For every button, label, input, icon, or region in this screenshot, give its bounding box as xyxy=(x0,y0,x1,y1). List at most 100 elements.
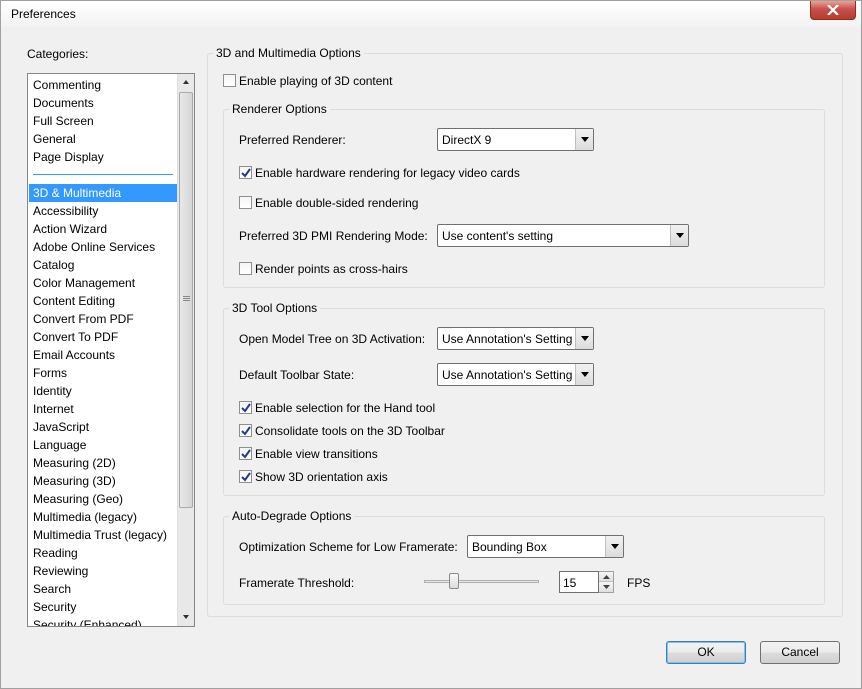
dropdown-arrow xyxy=(670,225,688,246)
category-item[interactable]: Multimedia (legacy) xyxy=(29,508,177,526)
close-button[interactable] xyxy=(810,1,856,20)
category-item[interactable]: Catalog xyxy=(29,256,177,274)
model-tree-label: Open Model Tree on 3D Activation: xyxy=(239,332,426,346)
category-item[interactable]: Identity xyxy=(29,382,177,400)
categories-list[interactable]: Commenting Documents Full Screen General Pag… xyxy=(27,73,195,627)
category-item[interactable]: Language xyxy=(29,436,177,454)
model-tree-value: Use Annotation's Setting xyxy=(442,332,573,346)
category-item[interactable]: Reading xyxy=(29,544,177,562)
category-item[interactable]: Internet xyxy=(29,400,177,418)
category-item[interactable]: Action Wizard xyxy=(29,220,177,238)
thumb-grip xyxy=(183,300,190,301)
double-sided-checkbox[interactable] xyxy=(239,196,252,209)
model-tree-select[interactable]: Use Annotation's Setting xyxy=(437,327,594,350)
threshold-label: Framerate Threshold: xyxy=(239,576,355,590)
hand-tool-label: Enable selection for the Hand tool xyxy=(255,401,436,415)
checkmark-icon xyxy=(241,403,251,413)
dropdown-arrow xyxy=(575,129,593,150)
chevron-down-icon xyxy=(183,615,189,619)
chevron-down-icon xyxy=(581,336,589,341)
preferred-renderer-value: DirectX 9 xyxy=(442,133,492,147)
category-item[interactable]: Security xyxy=(29,598,177,616)
categories-scrollbar[interactable] xyxy=(177,74,194,626)
preferences-dialog: Preferences Categories: Commenting Docume… xyxy=(0,0,862,689)
scheme-select[interactable]: Bounding Box xyxy=(467,535,624,558)
threshold-value: 15 xyxy=(563,576,577,590)
crosshairs-checkbox[interactable] xyxy=(239,262,252,275)
scroll-down-button[interactable] xyxy=(178,609,194,626)
pmi-mode-select[interactable]: Use content's setting xyxy=(437,224,689,247)
category-item[interactable]: Content Editing xyxy=(29,292,177,310)
toolbar-state-label: Default Toolbar State: xyxy=(239,368,355,382)
category-item[interactable]: 3D & Multimedia xyxy=(29,184,177,202)
category-item[interactable]: Commenting xyxy=(29,76,177,94)
thumb-grip xyxy=(183,296,190,297)
checkmark-icon xyxy=(241,168,251,178)
category-item[interactable]: Measuring (Geo) xyxy=(29,490,177,508)
chevron-up-icon xyxy=(603,575,610,579)
threshold-slider-thumb[interactable] xyxy=(449,573,459,589)
threshold-spinner xyxy=(599,571,614,593)
dropdown-arrow xyxy=(605,536,623,557)
consolidate-label: Consolidate tools on the 3D Toolbar xyxy=(255,424,445,438)
ok-button[interactable]: OK xyxy=(666,641,746,664)
category-item[interactable]: Forms xyxy=(29,364,177,382)
transitions-label: Enable view transitions xyxy=(255,447,378,461)
category-item[interactable]: Color Management xyxy=(29,274,177,292)
category-item[interactable]: Measuring (3D) xyxy=(29,472,177,490)
category-item[interactable]: Measuring (2D) xyxy=(29,454,177,472)
chevron-down-icon xyxy=(603,585,610,589)
category-item[interactable]: Security (Enhanced) xyxy=(29,616,177,626)
categories-separator xyxy=(33,174,173,175)
double-sided-label: Enable double-sided rendering xyxy=(255,196,419,210)
category-item[interactable]: Email Accounts xyxy=(29,346,177,364)
toolbar-state-value: Use Annotation's Setting xyxy=(442,368,573,382)
hand-tool-checkbox[interactable] xyxy=(239,401,252,414)
renderer-options-title: Renderer Options xyxy=(229,102,330,116)
consolidate-checkbox[interactable] xyxy=(239,424,252,437)
chevron-down-icon xyxy=(676,233,684,238)
hw-legacy-checkbox[interactable] xyxy=(239,166,252,179)
spin-up-button[interactable] xyxy=(599,572,613,582)
chevron-down-icon xyxy=(581,137,589,142)
category-item[interactable]: JavaScript xyxy=(29,418,177,436)
thumb-grip xyxy=(183,298,190,299)
dropdown-arrow xyxy=(575,364,593,385)
category-item[interactable]: Convert To PDF xyxy=(29,328,177,346)
pmi-mode-label: Preferred 3D PMI Rendering Mode: xyxy=(239,229,428,243)
categories-label: Categories: xyxy=(27,47,89,61)
checkmark-icon xyxy=(241,449,251,459)
category-item[interactable]: Multimedia Trust (legacy) xyxy=(29,526,177,544)
category-item[interactable]: Documents xyxy=(29,94,177,112)
spin-down-button[interactable] xyxy=(599,582,613,592)
checkmark-icon xyxy=(241,426,251,436)
crosshairs-label: Render points as cross-hairs xyxy=(255,262,408,276)
category-item[interactable]: Reviewing xyxy=(29,562,177,580)
window-title: Preferences xyxy=(11,7,76,21)
preferred-renderer-select[interactable]: DirectX 9 xyxy=(437,128,594,151)
degrade-options-title: Auto-Degrade Options xyxy=(229,509,355,523)
category-item[interactable]: Adobe Online Services xyxy=(29,238,177,256)
cancel-button[interactable]: Cancel xyxy=(760,641,840,664)
orientation-checkbox[interactable] xyxy=(239,470,252,483)
category-item[interactable]: Convert From PDF xyxy=(29,310,177,328)
toolbar-state-select[interactable]: Use Annotation's Setting xyxy=(437,363,594,386)
preferred-renderer-label: Preferred Renderer: xyxy=(239,133,346,147)
scroll-up-button[interactable] xyxy=(178,74,194,91)
enable-3d-checkbox[interactable] xyxy=(223,74,236,87)
category-item[interactable]: Page Display xyxy=(29,148,177,166)
category-item[interactable]: Full Screen xyxy=(29,112,177,130)
category-item[interactable]: General xyxy=(29,130,177,148)
dropdown-arrow xyxy=(575,328,593,349)
chevron-down-icon xyxy=(611,544,619,549)
panel-title: 3D and Multimedia Options xyxy=(213,46,364,60)
threshold-slider-track[interactable] xyxy=(424,580,539,583)
threshold-input[interactable]: 15 xyxy=(559,571,599,593)
scrollbar-thumb[interactable] xyxy=(179,92,193,508)
hw-legacy-label: Enable hardware rendering for legacy vid… xyxy=(255,166,520,180)
category-item[interactable]: Search xyxy=(29,580,177,598)
transitions-checkbox[interactable] xyxy=(239,447,252,460)
threshold-unit: FPS xyxy=(627,576,651,590)
category-item[interactable]: Accessibility xyxy=(29,202,177,220)
enable-3d-label: Enable playing of 3D content xyxy=(239,74,393,88)
